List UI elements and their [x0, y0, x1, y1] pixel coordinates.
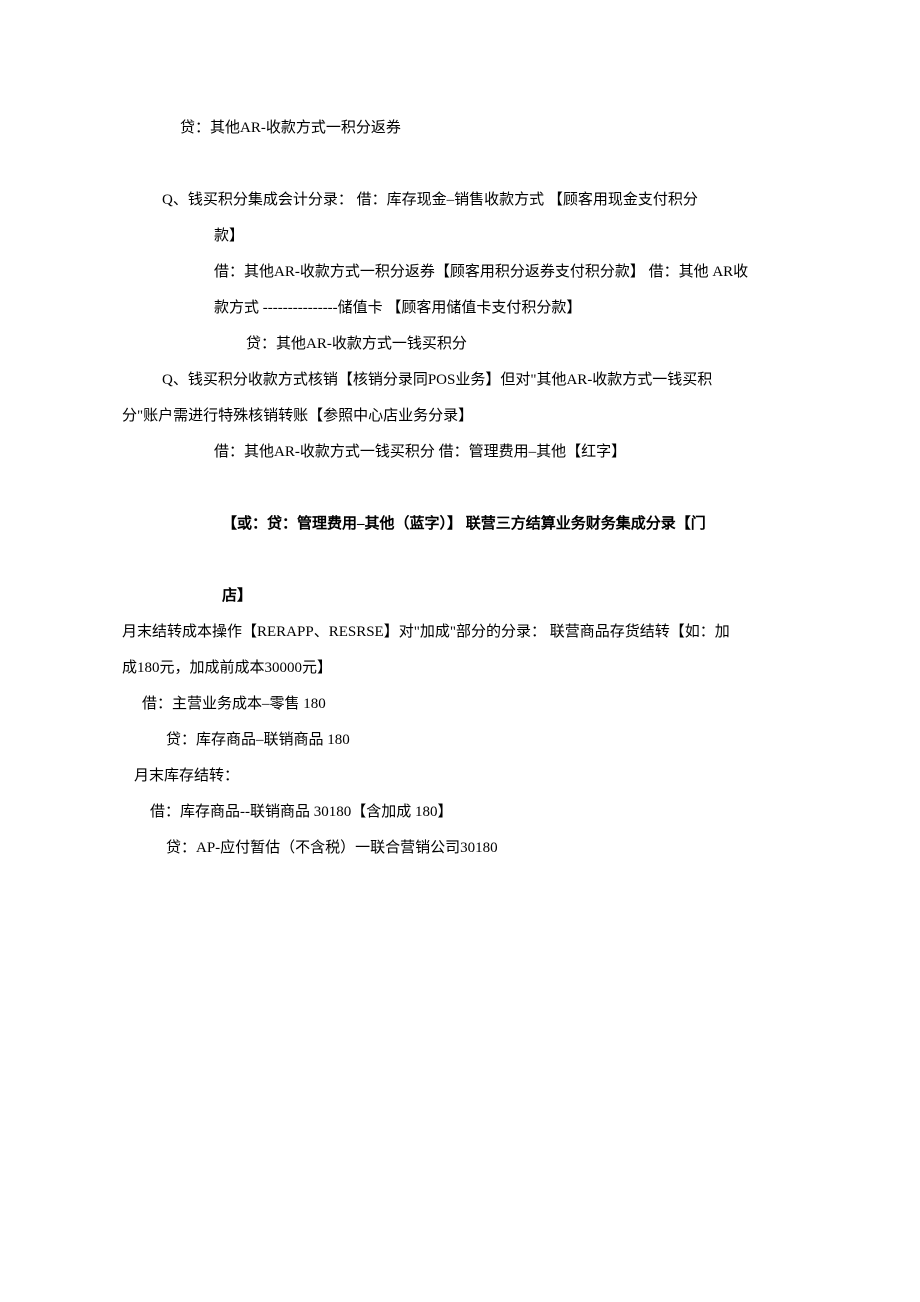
text-line: 款】	[122, 218, 798, 254]
text-segment: 【或：贷：管理费用–其他（蓝字）】	[222, 516, 462, 532]
text-line: 贷：AP-应付暂估（不含税）一联合营销公司30180	[122, 830, 798, 866]
spacer	[122, 470, 798, 506]
heading-line: 【或：贷：管理费用–其他（蓝字）】 联营三方结算业务财务集成分录【门	[122, 506, 798, 542]
text-line: 借：其他AR-收款方式一钱买积分 借：管理费用–其他【红字】	[122, 434, 798, 470]
text-line: 贷：其他AR-收款方式一积分返券	[122, 110, 798, 146]
text-line: 月末库存结转：	[122, 758, 798, 794]
text-line: 分"账户需进行特殊核销转账【参照中心店业务分录】	[122, 398, 798, 434]
text-line: 成180元，加成前成本30000元】	[122, 650, 798, 686]
text-line: Q、钱买积分收款方式核销【核销分录同POS业务】但对"其他AR-收款方式一钱买积	[122, 362, 798, 398]
heading-line: 店】	[122, 578, 798, 614]
spacer	[122, 146, 798, 182]
text-line: Q、钱买积分集成会计分录： 借：库存现金–销售收款方式 【顾客用现金支付积分	[122, 182, 798, 218]
text-line: 借：主营业务成本–零售 180	[122, 686, 798, 722]
text-line: 款方式 ---------------储值卡 【顾客用储值卡支付积分款】	[122, 290, 798, 326]
spacer	[122, 542, 798, 578]
text-line: 月末结转成本操作【RERAPP、RESRSE】对"加成"部分的分录： 联营商品存…	[122, 614, 798, 650]
text-line: 贷：其他AR-收款方式一钱买积分	[122, 326, 798, 362]
text-line: 借：其他AR-收款方式一积分返券【顾客用积分返券支付积分款】 借：其他 AR收	[122, 254, 798, 290]
text-line: 贷：库存商品–联销商品 180	[122, 722, 798, 758]
text-line: 借：库存商品--联销商品 30180【含加成 180】	[122, 794, 798, 830]
heading-segment: 联营三方结算业务财务集成分录【门	[462, 516, 706, 532]
